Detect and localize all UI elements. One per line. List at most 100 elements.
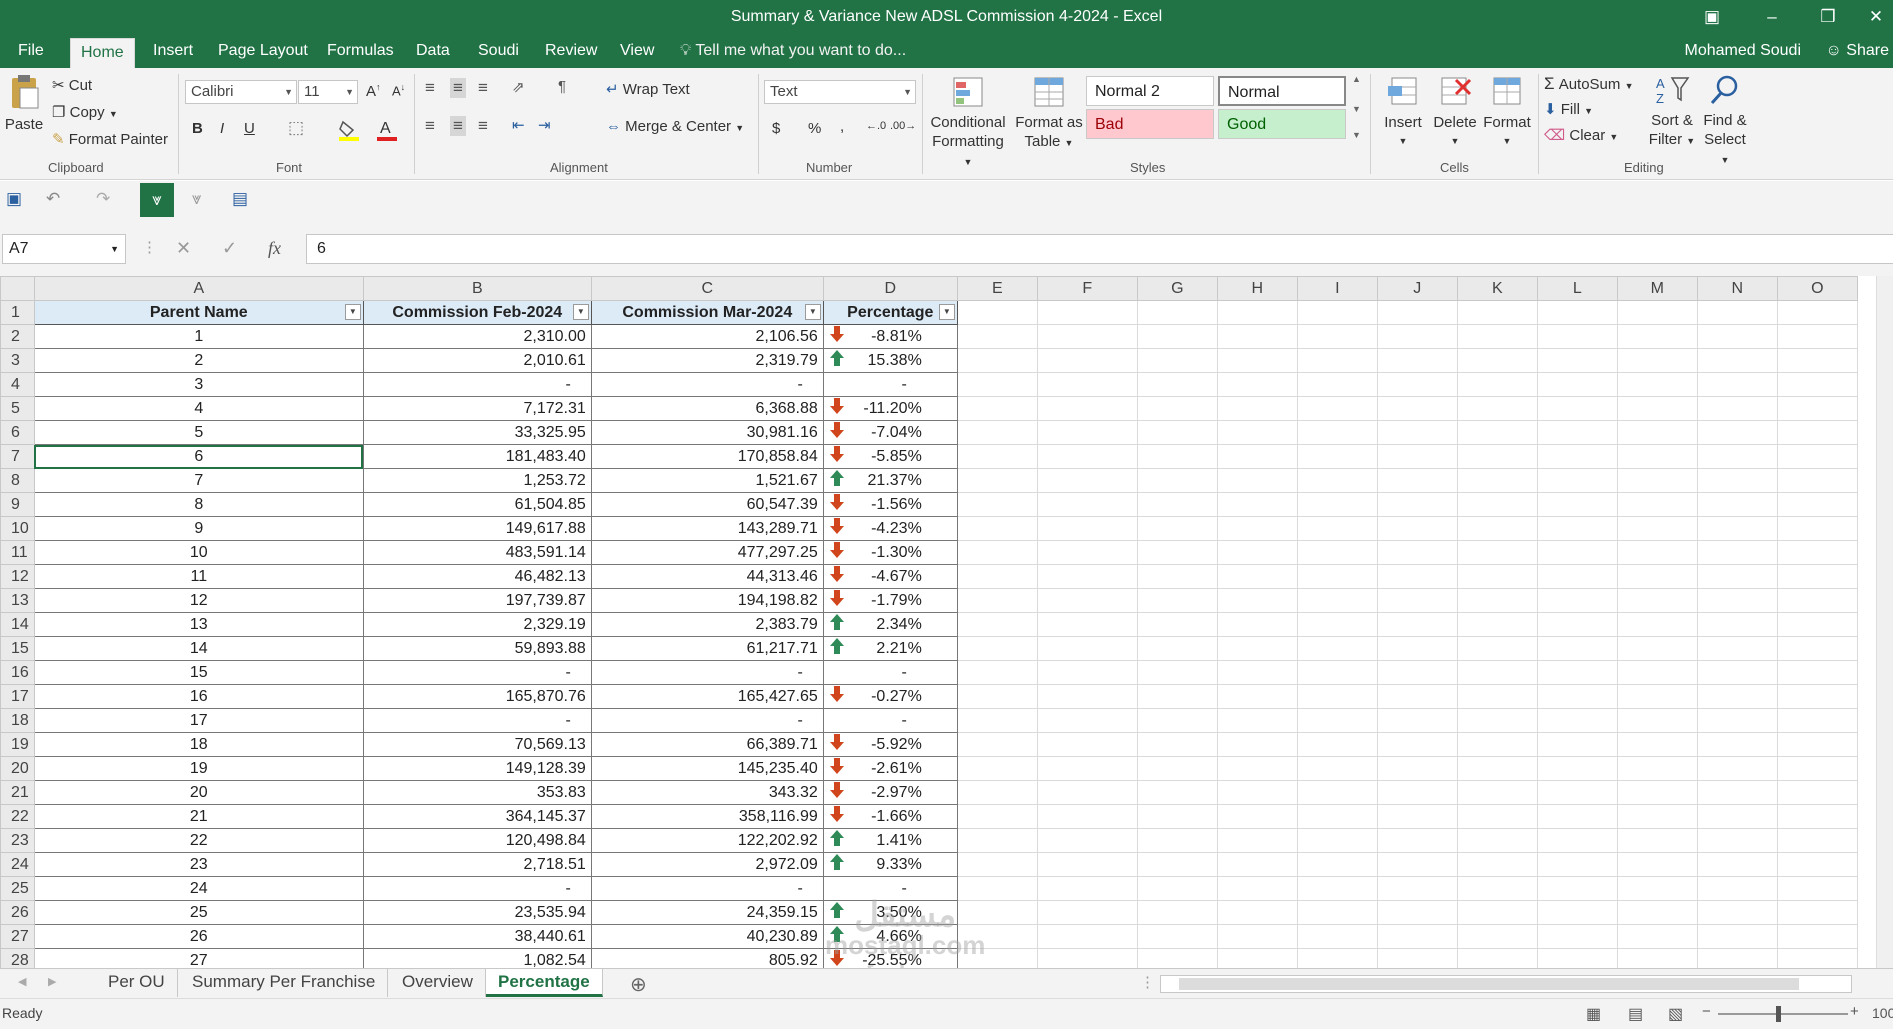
empty-cell[interactable]	[956, 780, 1038, 805]
cell-percentage[interactable]: -	[822, 372, 958, 397]
cell-commission-feb[interactable]: 46,482.13	[362, 564, 592, 589]
column-header[interactable]: I	[1296, 276, 1378, 301]
split-handle-icon[interactable]: ⋮	[1140, 973, 1155, 991]
empty-cell[interactable]	[956, 756, 1038, 781]
column-header[interactable]: F	[1036, 276, 1138, 301]
empty-cell[interactable]	[1616, 732, 1698, 757]
cell-commission-feb[interactable]: 23,535.94	[362, 900, 592, 925]
empty-cell[interactable]	[1616, 876, 1698, 901]
empty-cell[interactable]	[1616, 540, 1698, 565]
row-header[interactable]: 7	[0, 444, 35, 469]
empty-cell[interactable]	[1616, 900, 1698, 925]
empty-cell[interactable]	[1776, 564, 1858, 589]
empty-cell[interactable]	[1776, 468, 1858, 493]
empty-cell[interactable]	[1136, 780, 1218, 805]
empty-cell[interactable]	[1456, 348, 1538, 373]
cell-commission-feb[interactable]: 1,082.54	[362, 948, 592, 970]
empty-cell[interactable]	[1536, 540, 1618, 565]
select-all-corner[interactable]	[0, 276, 35, 301]
cell-commission-mar[interactable]: 61,217.71	[590, 636, 824, 661]
cell-commission-feb[interactable]: 2,329.19	[362, 612, 592, 637]
cell-commission-feb[interactable]: 59,893.88	[362, 636, 592, 661]
empty-cell[interactable]	[1036, 708, 1138, 733]
empty-cell[interactable]	[1616, 828, 1698, 853]
cell-commission-mar[interactable]: 44,313.46	[590, 564, 824, 589]
empty-cell[interactable]	[1036, 780, 1138, 805]
cell-percentage[interactable]: -5.85%	[822, 444, 958, 469]
cell-percentage[interactable]: -1.66%	[822, 804, 958, 829]
empty-cell[interactable]	[1456, 852, 1538, 877]
empty-cell[interactable]	[1296, 828, 1378, 853]
empty-cell[interactable]	[1696, 324, 1778, 349]
cell-commission-mar[interactable]: 145,235.40	[590, 756, 824, 781]
empty-cell[interactable]	[1776, 804, 1858, 829]
empty-cell[interactable]	[1536, 636, 1618, 661]
row-header[interactable]: 17	[0, 684, 35, 709]
empty-cell[interactable]	[1216, 396, 1298, 421]
redo-icon[interactable]: ↷	[96, 189, 110, 209]
empty-cell[interactable]	[1456, 492, 1538, 517]
cell-commission-mar[interactable]: 165,427.65	[590, 684, 824, 709]
empty-cell[interactable]	[1776, 348, 1858, 373]
empty-cell[interactable]	[956, 804, 1038, 829]
empty-cell[interactable]	[1296, 948, 1378, 970]
maximize-button[interactable]: ❒	[1808, 4, 1848, 30]
clear-filter-icon[interactable]: ⩔	[192, 189, 202, 209]
clear-button[interactable]: ⌫ Clear ▼	[1544, 126, 1618, 144]
empty-cell[interactable]	[1616, 588, 1698, 613]
empty-cell[interactable]	[1616, 948, 1698, 970]
empty-cell[interactable]	[1456, 948, 1538, 970]
cell-commission-feb[interactable]: 483,591.14	[362, 540, 592, 565]
empty-cell[interactable]	[1296, 660, 1378, 685]
empty-cell[interactable]	[1376, 924, 1458, 949]
filter-dropdown-icon[interactable]: ▼	[938, 304, 955, 320]
column-header[interactable]: B	[362, 276, 592, 301]
empty-cell[interactable]	[956, 540, 1038, 565]
cell-parent-name[interactable]: 26	[33, 924, 364, 949]
close-button[interactable]: ✕	[1856, 4, 1893, 30]
cell-commission-mar[interactable]: -	[590, 372, 824, 397]
row-header[interactable]: 13	[0, 588, 35, 613]
empty-cell[interactable]	[1376, 564, 1458, 589]
column-header[interactable]: D	[822, 276, 958, 301]
empty-cell[interactable]	[1216, 324, 1298, 349]
empty-cell[interactable]	[1296, 372, 1378, 397]
empty-cell[interactable]	[1616, 756, 1698, 781]
empty-cell[interactable]	[1456, 732, 1538, 757]
empty-cell[interactable]	[1296, 468, 1378, 493]
empty-cell[interactable]	[1456, 396, 1538, 421]
cell-parent-name[interactable]: 20	[33, 780, 364, 805]
empty-cell[interactable]	[1296, 396, 1378, 421]
cell-commission-feb[interactable]: 165,870.76	[362, 684, 592, 709]
format-as-table-button[interactable]: Format as Table ▼	[1012, 76, 1086, 153]
empty-cell[interactable]	[1136, 420, 1218, 445]
column-header[interactable]: A	[33, 276, 364, 301]
paste-button[interactable]: Paste	[4, 74, 44, 134]
styles-more-icon[interactable]: ▼	[1352, 130, 1361, 140]
scroll-left-icon[interactable]: ◀	[18, 975, 26, 988]
cut-button[interactable]: ✂ Cut	[52, 76, 92, 94]
undo-icon[interactable]: ↶	[46, 189, 60, 209]
style-normal[interactable]: Normal	[1218, 76, 1346, 106]
empty-cell[interactable]	[1616, 564, 1698, 589]
empty-cell[interactable]	[956, 852, 1038, 877]
empty-cell[interactable]	[1216, 924, 1298, 949]
empty-cell[interactable]	[1456, 324, 1538, 349]
empty-cell[interactable]	[956, 684, 1038, 709]
empty-cell[interactable]	[1536, 564, 1618, 589]
cell-parent-name[interactable]: 6	[33, 444, 364, 469]
empty-cell[interactable]	[1536, 372, 1618, 397]
empty-cell[interactable]	[1136, 348, 1218, 373]
empty-cell[interactable]	[1536, 732, 1618, 757]
add-sheet-icon[interactable]: ⊕	[630, 972, 647, 997]
cell-percentage[interactable]: -7.04%	[822, 420, 958, 445]
empty-cell[interactable]	[1776, 924, 1858, 949]
cell-commission-mar[interactable]: 805.92	[590, 948, 824, 970]
row-header[interactable]: 15	[0, 636, 35, 661]
cell-commission-mar[interactable]: -	[590, 708, 824, 733]
empty-cell[interactable]	[1456, 420, 1538, 445]
empty-cell[interactable]	[1456, 300, 1538, 325]
empty-cell[interactable]	[1696, 708, 1778, 733]
font-color-button[interactable]: A	[376, 118, 398, 146]
row-header[interactable]: 23	[0, 828, 35, 853]
